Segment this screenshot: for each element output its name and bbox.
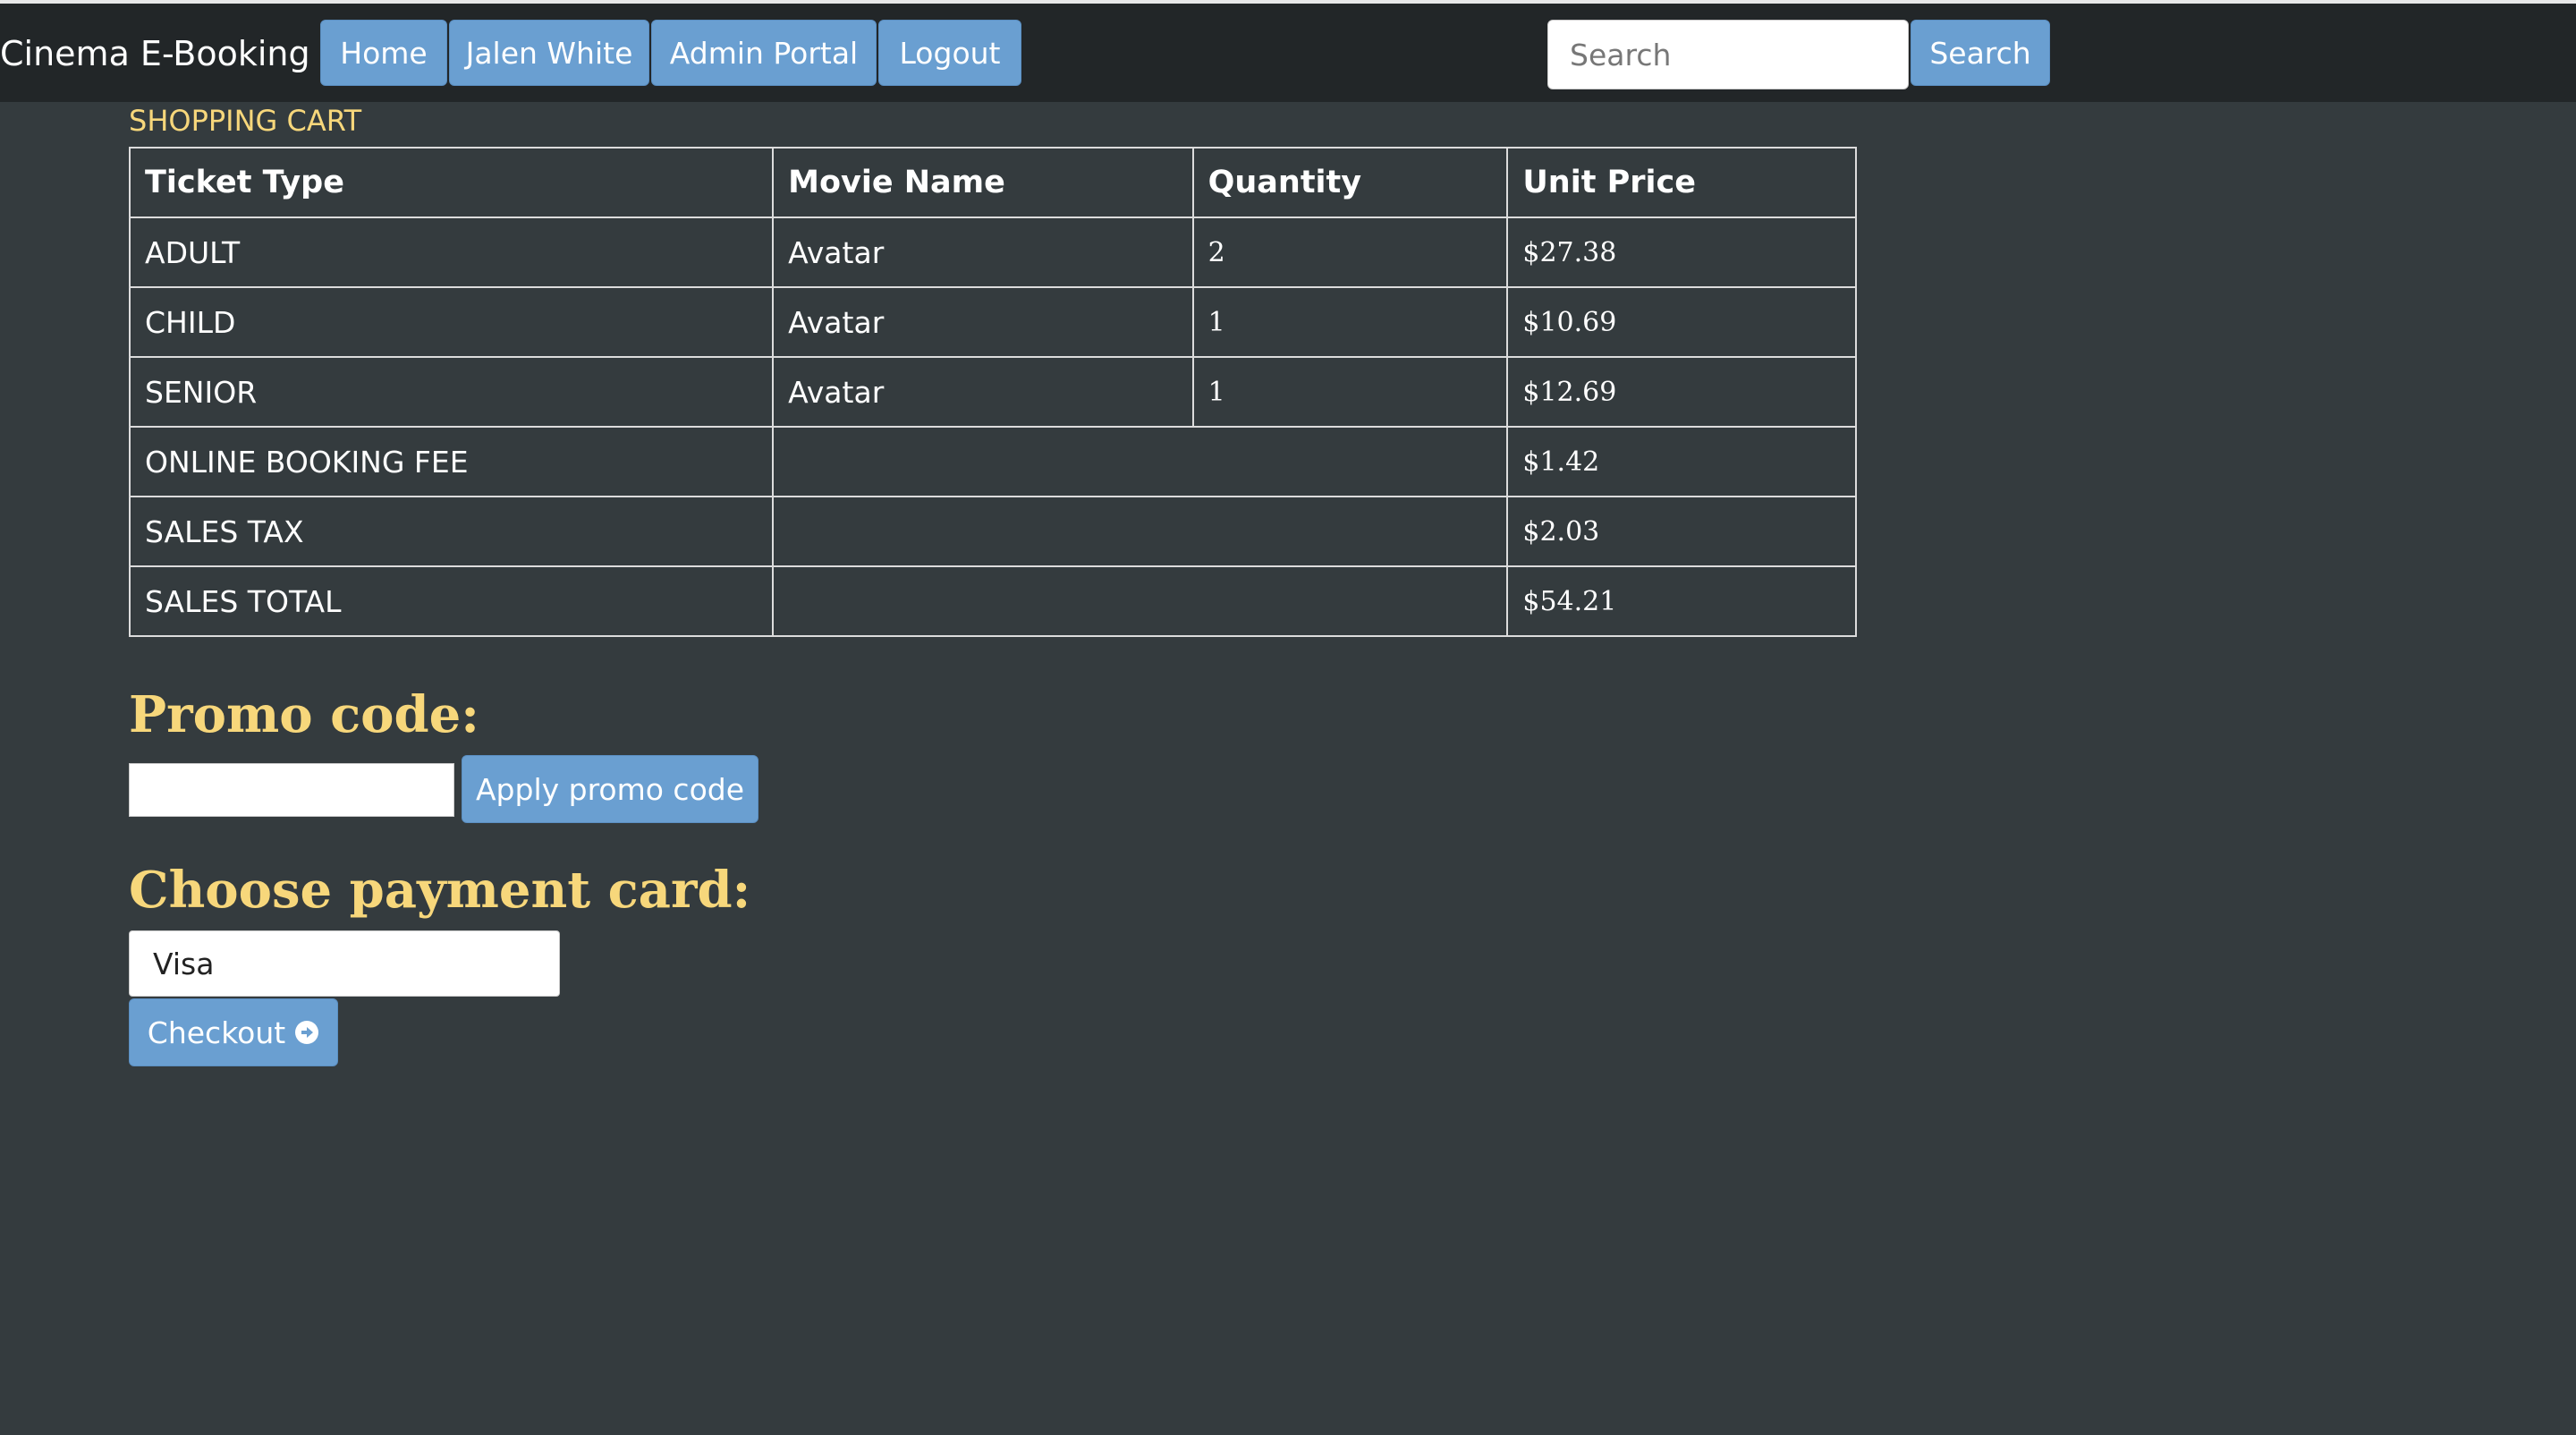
fee-row: ONLINE BOOKING FEE $1.42 <box>128 426 1857 497</box>
movie-name-cell: Avatar <box>772 286 1194 358</box>
quantity-cell: 1 <box>1191 356 1509 428</box>
unit-price-cell: $12.69 <box>1506 356 1857 428</box>
table-row: SENIOR Avatar 1 $12.69 <box>128 356 1857 428</box>
payment-card-heading: Choose payment card: <box>129 861 751 920</box>
checkout-label: Checkout <box>147 1015 286 1050</box>
fee-label-cell: SALES TAX <box>128 496 775 567</box>
unit-price-cell: $27.38 <box>1506 217 1857 288</box>
sales-total-cell: $54.21 <box>1506 565 1857 637</box>
empty-cell <box>772 426 1509 497</box>
column-header-quantity: Quantity <box>1191 147 1509 218</box>
shopping-cart-table: Ticket Type Movie Name Quantity Unit Pri… <box>128 147 1857 637</box>
table-header-row: Ticket Type Movie Name Quantity Unit Pri… <box>128 147 1857 218</box>
table-row: ADULT Avatar 2 $27.38 <box>128 217 1857 288</box>
fee-amount-cell: $2.03 <box>1506 496 1857 567</box>
ticket-type-cell: SENIOR <box>128 356 775 428</box>
quantity-cell: 2 <box>1191 217 1509 288</box>
selected-card-label: Visa <box>153 946 215 981</box>
fee-label-cell: ONLINE BOOKING FEE <box>128 426 775 497</box>
fee-amount-cell: $1.42 <box>1506 426 1857 497</box>
fee-label-cell: SALES TOTAL <box>128 565 775 637</box>
search-button[interactable]: Search <box>1911 20 2050 86</box>
unit-price-cell: $10.69 <box>1506 286 1857 358</box>
apply-promo-code-button[interactable]: Apply promo code <box>462 755 758 823</box>
top-navbar: Cinema E-Booking Home Jalen White Admin … <box>0 4 2576 102</box>
movie-name-cell: Avatar <box>772 217 1194 288</box>
logout-button[interactable]: Logout <box>878 20 1021 86</box>
table-row: CHILD Avatar 1 $10.69 <box>128 286 1857 358</box>
user-profile-button[interactable]: Jalen White <box>449 20 649 86</box>
ticket-type-cell: ADULT <box>128 217 775 288</box>
empty-cell <box>772 496 1509 567</box>
circle-arrow-right-icon <box>295 1021 319 1044</box>
column-header-ticket-type: Ticket Type <box>128 147 775 218</box>
column-header-unit-price: Unit Price <box>1506 147 1857 218</box>
checkout-button[interactable]: Checkout <box>129 998 338 1066</box>
payment-card-select[interactable]: Visa <box>129 930 560 997</box>
movie-name-cell: Avatar <box>772 356 1194 428</box>
fee-row: SALES TAX $2.03 <box>128 496 1857 567</box>
search-input[interactable] <box>1547 20 1909 89</box>
home-button[interactable]: Home <box>320 20 447 86</box>
quantity-cell: 1 <box>1191 286 1509 358</box>
empty-cell <box>772 565 1509 637</box>
promo-code-heading: Promo code: <box>129 685 479 744</box>
column-header-movie-name: Movie Name <box>772 147 1194 218</box>
shopping-cart-title: SHOPPING CART <box>129 104 362 138</box>
admin-portal-button[interactable]: Admin Portal <box>651 20 877 86</box>
promo-code-input[interactable] <box>129 763 454 817</box>
brand-name[interactable]: Cinema E-Booking <box>0 34 310 73</box>
ticket-type-cell: CHILD <box>128 286 775 358</box>
total-row: SALES TOTAL $54.21 <box>128 565 1857 637</box>
